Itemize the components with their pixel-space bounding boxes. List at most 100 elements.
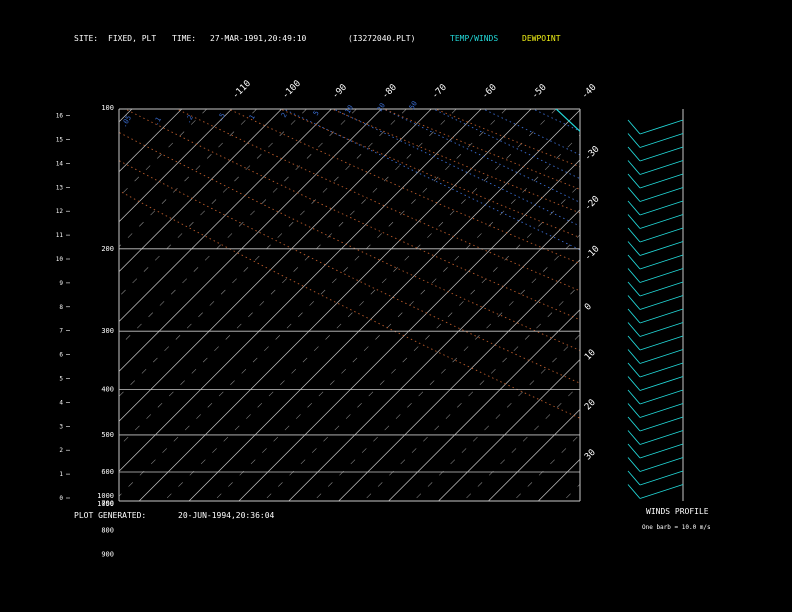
pressure-tick-label: 800 <box>101 526 114 534</box>
wind-barb <box>639 430 684 445</box>
temperature-tick-label: -70 <box>430 83 449 102</box>
height-tick-label: 11 <box>56 232 64 239</box>
isotherm-half <box>563 483 580 501</box>
wind-barb-flag <box>627 254 641 270</box>
wind-barb <box>639 119 684 135</box>
wind-barb <box>639 254 684 270</box>
temperature-tick-label: -100 <box>281 79 303 101</box>
isotherm <box>688 109 792 501</box>
mixing-ratio-label: .05 <box>120 114 133 129</box>
wind-barb-flag <box>627 470 641 486</box>
height-tick-label: 15 <box>56 137 64 144</box>
wind-barb <box>639 241 684 256</box>
dry-adiabat <box>279 109 580 239</box>
height-tick-label: 1 <box>59 471 63 478</box>
wind-barb <box>639 295 684 310</box>
wind-barb <box>639 214 684 229</box>
height-tick-label: 7 <box>59 328 63 335</box>
wind-barb <box>639 457 684 472</box>
dry-adiabat <box>434 109 580 168</box>
wind-barb-flag <box>627 335 641 351</box>
wind-barb-flag <box>627 133 641 148</box>
wind-barb-flag <box>627 484 641 499</box>
wind-barb-flag <box>627 349 641 364</box>
mixing-ratio-line <box>282 109 580 251</box>
mixing-ratio-line <box>731 108 792 586</box>
mixing-ratio-label: .1 <box>152 116 163 127</box>
isotherm <box>538 458 580 501</box>
temperature-tick-label: -40 <box>580 83 599 102</box>
isotherm <box>0 109 82 501</box>
temperature-tick-label: -10 <box>583 244 602 263</box>
wind-barb-flag <box>627 430 641 445</box>
wind-barb-flag <box>627 389 641 405</box>
isotherm <box>119 109 133 123</box>
wind-barb <box>639 470 684 486</box>
height-tick-label: 14 <box>56 160 64 167</box>
height-tick-label: 0 <box>59 495 63 502</box>
isotherm-half <box>119 109 207 198</box>
wind-barb <box>639 281 684 297</box>
isotherm <box>119 109 232 223</box>
pressure-tick-label: 900 <box>101 550 114 558</box>
wind-barb <box>639 322 684 337</box>
wind-barb <box>639 443 684 459</box>
wind-barb <box>639 349 684 364</box>
temperature-tick-label: 20 <box>583 398 598 413</box>
wind-barb <box>639 376 684 391</box>
height-tick-label: 2 <box>59 447 63 454</box>
wind-barb-flag <box>627 173 641 189</box>
height-tick-label: 12 <box>56 208 64 215</box>
wind-barb <box>639 308 684 324</box>
pressure-tick-label: 600 <box>101 468 114 476</box>
pressure-tick-label: 100 <box>101 104 114 112</box>
temperature-tick-label: 0 <box>583 302 594 313</box>
temperature-tick-label: 10 <box>583 348 598 363</box>
wind-barb-flag <box>627 214 641 229</box>
wind-barb-flag <box>627 146 641 162</box>
isotherm <box>488 408 580 501</box>
wind-barb-flag <box>627 443 641 459</box>
pressure-tick-label: 1050 <box>97 500 114 508</box>
height-tick-label: 9 <box>59 280 63 287</box>
wind-barb-flag <box>627 308 641 324</box>
mixing-ratio-label: 10 <box>344 104 355 115</box>
wind-barb <box>639 173 684 189</box>
temperature-tick-label: -90 <box>331 83 350 102</box>
mixing-ratio-label: .5 <box>216 112 227 123</box>
temperature-tick-label: -30 <box>583 144 602 163</box>
temperature-line <box>555 109 580 133</box>
isotherm <box>119 109 282 273</box>
dry-adiabat <box>382 109 580 190</box>
height-tick-label: 16 <box>56 113 64 120</box>
pressure-tick-label: 1000 <box>97 492 114 500</box>
wind-barb-flag <box>627 416 641 432</box>
pressure-tick-label: 400 <box>101 386 114 394</box>
wind-barb-flag <box>627 457 641 472</box>
mixing-ratio-label: 1 <box>248 113 257 121</box>
isotherm <box>119 109 432 422</box>
wind-barb-flag <box>627 362 641 378</box>
wind-barb-flag <box>627 227 641 243</box>
wind-barb <box>639 227 684 243</box>
height-tick-label: 4 <box>59 399 63 406</box>
temperature-tick-label: -50 <box>530 83 549 102</box>
skew-t-chart: 1002003004005006007008009001000105001234… <box>0 79 792 586</box>
wind-barb <box>639 403 684 418</box>
plot-generated-value: 20-JUN-1994,20:36:04 <box>178 511 275 520</box>
wind-barb-flag <box>627 200 641 216</box>
wind-barb <box>639 362 684 378</box>
isotherm-half <box>413 334 580 501</box>
wind-barb <box>639 146 684 162</box>
height-tick-label: 6 <box>59 352 63 359</box>
temperature-tick-label: -60 <box>480 83 499 102</box>
winds-profile-title: WINDS PROFILE <box>646 507 709 516</box>
wind-barb-flag <box>627 281 641 297</box>
wind-barb-flag <box>627 376 641 391</box>
isotherm <box>438 359 580 501</box>
wind-barb <box>639 133 684 148</box>
isotherm <box>119 109 382 372</box>
temperature-tick-label: -20 <box>583 194 602 213</box>
isotherm <box>119 109 332 322</box>
height-tick-label: 3 <box>59 423 63 430</box>
